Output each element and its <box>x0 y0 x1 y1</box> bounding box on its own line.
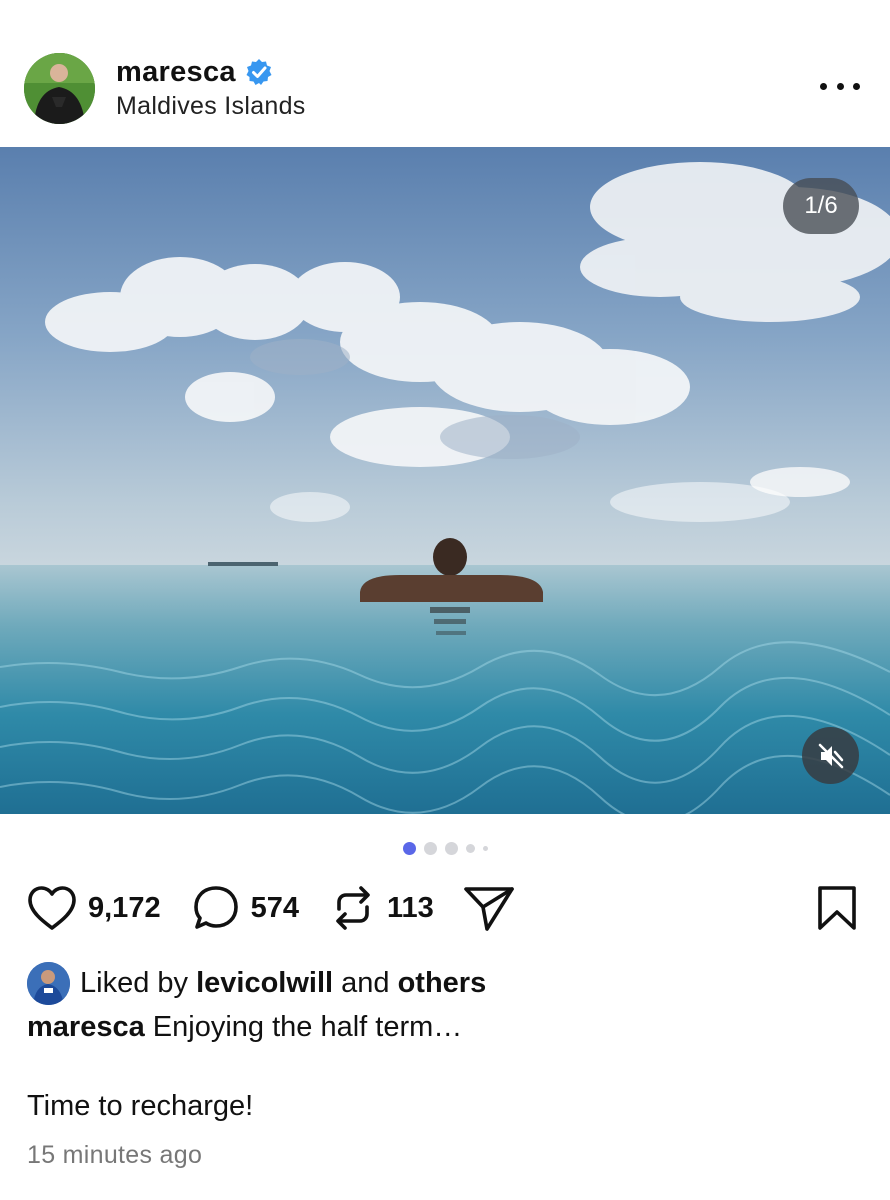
carousel-dot <box>444 841 458 855</box>
bookmark-icon <box>818 886 856 930</box>
author-username[interactable]: maresca <box>116 56 236 89</box>
post-header: maresca Maldives Islands <box>0 0 890 147</box>
liker-avatar[interactable] <box>27 962 70 1005</box>
verified-badge-icon <box>245 58 273 86</box>
caption-text[interactable]: Enjoying the half term… <box>153 1011 462 1043</box>
muted-speaker-icon[interactable] <box>802 727 859 784</box>
repost-icon <box>336 886 370 930</box>
author-avatar[interactable] <box>24 53 95 124</box>
comment-icon <box>193 886 238 929</box>
media-image <box>0 147 890 814</box>
more-dot <box>836 82 844 90</box>
repost-button[interactable]: 113 <box>329 883 434 933</box>
liked-by-prefix: Liked by <box>80 967 189 999</box>
liked-by-user[interactable]: levicolwill <box>196 967 333 1000</box>
action-bar: 9,172 574 113 <box>26 882 516 934</box>
share-button[interactable] <box>462 883 516 933</box>
more-options-icon[interactable] <box>820 76 860 96</box>
comment-button[interactable]: 574 <box>191 883 299 933</box>
post-timestamp: 15 minutes ago <box>27 1141 203 1169</box>
author-info: maresca Maldives Islands <box>116 54 306 121</box>
liked-by-row: Liked by levicolwill and others <box>27 962 486 1005</box>
like-button[interactable]: 9,172 <box>26 884 161 932</box>
caption: maresca Enjoying the half term… <box>27 1011 462 1044</box>
post-media[interactable]: 1/6 <box>0 147 890 814</box>
caption-username[interactable]: maresca <box>27 1011 145 1043</box>
carousel-indicator <box>0 841 890 855</box>
more-dot <box>820 82 827 90</box>
share-icon <box>463 887 514 931</box>
repost-count: 113 <box>386 891 434 924</box>
carousel-dot-active <box>402 841 416 855</box>
post-location[interactable]: Maldives Islands <box>116 92 306 121</box>
carousel-dot <box>423 841 437 855</box>
liked-by-others[interactable]: others <box>398 967 487 1000</box>
slide-counter: 1/6 <box>783 178 859 234</box>
bookmark-button[interactable] <box>816 884 858 937</box>
liked-by-and: and <box>341 967 390 999</box>
like-count: 9,172 <box>88 891 161 924</box>
comment-count: 574 <box>250 891 299 924</box>
heart-icon <box>28 886 76 930</box>
more-dot <box>853 82 860 90</box>
carousel-dot <box>465 843 475 853</box>
caption-second-line: Time to recharge! <box>27 1090 254 1122</box>
carousel-dot <box>482 845 488 851</box>
